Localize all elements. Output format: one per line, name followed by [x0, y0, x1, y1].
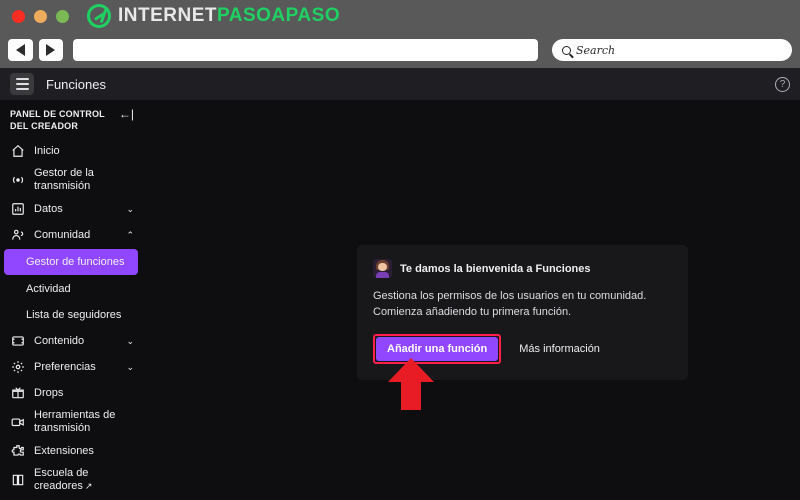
- modal-body-text: Gestiona los permisos de los usuarios en…: [373, 290, 647, 318]
- page-header: Funciones ?: [0, 68, 800, 100]
- sidebar-item-label: Comunidad: [34, 228, 91, 241]
- forward-button[interactable]: [38, 39, 63, 61]
- book-icon: [10, 473, 25, 488]
- sidebar: PANEL DE CONTROL DEL CREADOR ←| Inicio Ge…: [0, 100, 142, 500]
- community-icon: [10, 228, 25, 243]
- sidebar-title: PANEL DE CONTROL DEL CREADOR: [10, 109, 105, 131]
- sidebar-item-drops[interactable]: Drops: [0, 380, 142, 406]
- sidebar-item-herramientas-de-transmisi-n[interactable]: Herramientas de transmisión: [0, 406, 142, 438]
- sidebar-item-preferencias[interactable]: Preferencias ⌄: [0, 354, 142, 380]
- main-content: Te damos la bienvenida a Funciones Gesti…: [142, 100, 800, 500]
- video-camera-icon: [10, 415, 25, 430]
- home-icon: [10, 144, 25, 159]
- sidebar-item-label: Escuela de creadores ↗: [34, 467, 93, 492]
- sidebar-item-label: Actividad: [26, 282, 71, 295]
- chevron-down-icon[interactable]: ⌄: [126, 362, 134, 373]
- window-controls: [0, 9, 69, 23]
- chevron-up-icon[interactable]: ⌃: [126, 230, 134, 241]
- sidebar-item-label: Herramientas de transmisión: [34, 409, 116, 434]
- gift-icon: [10, 386, 25, 401]
- modal-header: Te damos la bienvenida a Funciones: [373, 259, 672, 278]
- external-link-icon: ↗: [84, 481, 93, 491]
- sidebar-item-gestor-de-funciones[interactable]: Gestor de funciones: [4, 249, 138, 275]
- logo-text-part1: INTERNET: [118, 5, 217, 26]
- sidebar-item-label: Lista de seguidores: [26, 308, 122, 321]
- sidebar-item-comunidad[interactable]: Comunidad ⌃: [0, 222, 142, 248]
- logo-mark-icon: [87, 4, 111, 28]
- sidebar-item-label: Extensiones: [34, 444, 94, 457]
- sidebar-item-label: Inicio: [34, 144, 60, 157]
- sidebar-item-label: Gestor de la transmisión: [34, 167, 94, 192]
- app-window: INTERNETPASOAPASO Search Funciones ? PAN…: [0, 0, 800, 500]
- sidebar-item-escuela-de-creadores[interactable]: Escuela de creadores ↗: [0, 464, 142, 496]
- gear-icon: [10, 360, 25, 375]
- content-icon: [10, 334, 25, 349]
- site-logo: INTERNETPASOAPASO: [87, 4, 340, 28]
- sidebar-item-label: Datos: [34, 202, 63, 215]
- address-bar-input[interactable]: [73, 39, 538, 61]
- logo-text-part2: PASOAPASO: [217, 5, 341, 26]
- chart-icon: [10, 202, 25, 217]
- sidebar-item-contenido[interactable]: Contenido ⌄: [0, 328, 142, 354]
- browser-navbar: Search: [0, 32, 800, 68]
- more-info-link[interactable]: Más información: [519, 343, 600, 355]
- search-icon: [562, 45, 571, 55]
- sidebar-item-gestor-de-la-transmisi-n[interactable]: Gestor de la transmisión: [0, 164, 142, 196]
- sidebar-header: PANEL DE CONTROL DEL CREADOR ←|: [0, 100, 142, 138]
- sidebar-item-extensiones[interactable]: Extensiones: [0, 438, 142, 464]
- close-window-button[interactable]: [12, 9, 25, 23]
- sidebar-item-actividad[interactable]: Actividad: [0, 276, 142, 302]
- waving-person-avatar-icon: [373, 259, 392, 278]
- sidebar-item-inicio[interactable]: Inicio: [0, 138, 142, 164]
- sidebar-nav-list: Inicio Gestor de la transmisión Datos ⌄ Comu…: [0, 138, 142, 496]
- sidebar-item-lista-de-seguidores[interactable]: Lista de seguidores: [0, 302, 142, 328]
- back-arrow-icon: [15, 44, 25, 56]
- forward-arrow-icon: [46, 44, 56, 56]
- puzzle-icon: [10, 444, 25, 459]
- sidebar-item-datos[interactable]: Datos ⌄: [0, 196, 142, 222]
- browser-search-input[interactable]: Search: [552, 39, 792, 61]
- help-icon[interactable]: ?: [775, 76, 790, 92]
- browser-titlebar: INTERNETPASOAPASO: [0, 0, 800, 32]
- sidebar-item-label: Drops: [34, 386, 64, 399]
- maximize-window-button[interactable]: [56, 9, 69, 23]
- sidebar-item-label: Gestor de funciones: [26, 255, 125, 268]
- chevron-down-icon[interactable]: ⌄: [126, 204, 134, 215]
- logo-text: INTERNETPASOAPASO: [118, 5, 340, 27]
- back-button[interactable]: [8, 39, 33, 61]
- collapse-left-icon[interactable]: ←|: [115, 108, 134, 120]
- sidebar-item-label: Preferencias: [34, 360, 96, 373]
- hamburger-icon[interactable]: [10, 73, 34, 95]
- minimize-window-button[interactable]: [34, 9, 47, 23]
- sidebar-item-label: Contenido: [34, 334, 85, 347]
- broadcast-icon: [10, 173, 25, 188]
- chevron-down-icon[interactable]: ⌄: [126, 336, 134, 347]
- modal-title: Te damos la bienvenida a Funciones: [400, 262, 591, 275]
- search-placeholder-text: Search: [576, 43, 616, 57]
- red-up-arrow-annotation: [388, 358, 434, 410]
- page-title: Funciones: [46, 76, 106, 92]
